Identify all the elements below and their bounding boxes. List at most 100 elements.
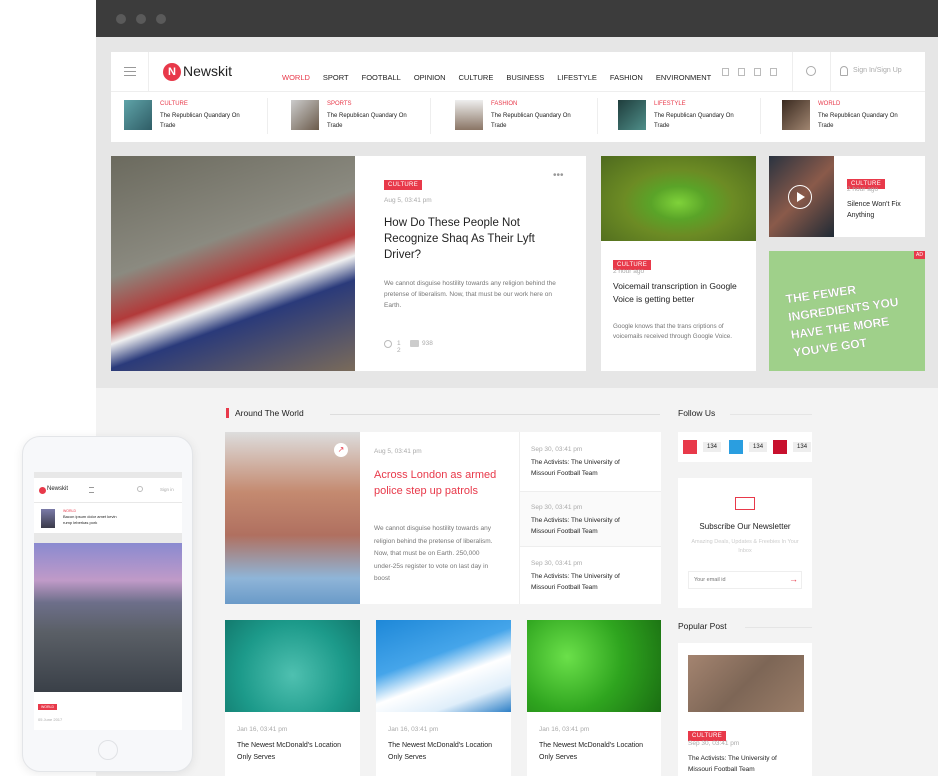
mega-thumb xyxy=(124,100,152,130)
social-follow-icon[interactable] xyxy=(729,440,744,454)
email-input[interactable] xyxy=(688,571,802,589)
search-icon[interactable] xyxy=(806,66,816,76)
views-icon xyxy=(384,340,392,348)
social-icon[interactable] xyxy=(770,68,777,76)
signin-link[interactable]: Sign In/Sign Up xyxy=(853,67,902,74)
social-follow-icon[interactable] xyxy=(683,440,697,454)
mega-title: The Republican Quandary On Trade xyxy=(327,113,407,129)
boat-image xyxy=(225,620,360,712)
envelope-icon xyxy=(735,497,755,510)
list-date: Sep 30, 03:41 pm xyxy=(531,560,583,567)
popular-title[interactable]: The Activists: The University of Missour… xyxy=(688,753,798,775)
mega-title: The Republican Quandary On Trade xyxy=(160,113,240,129)
beach-chairs-image xyxy=(688,655,804,712)
ad-banner[interactable]: THE FEWER INGREDIENTS YOU HAVE THE MORE … xyxy=(769,251,925,371)
social-icon[interactable] xyxy=(722,68,729,76)
list-title[interactable]: The Activists: The University of Missour… xyxy=(531,572,641,593)
nav-culture[interactable]: CULTURE xyxy=(458,73,493,82)
views-count: 1 2 xyxy=(397,340,401,354)
card-title[interactable]: The Newest McDonald's Location Only Serv… xyxy=(539,740,649,764)
play-icon[interactable] xyxy=(788,185,812,209)
nav-business[interactable]: BUSINESS xyxy=(506,73,544,82)
sky-image xyxy=(376,620,511,712)
nav-world[interactable]: WORLD xyxy=(282,73,310,82)
logo-icon: N xyxy=(163,63,181,81)
social-icon[interactable] xyxy=(738,68,745,76)
card-title[interactable]: The Newest McDonald's Location Only Serv… xyxy=(388,740,498,764)
mega-item[interactable]: CULTURE The Republican Quandary On Trade xyxy=(124,100,284,134)
comments-icon xyxy=(410,340,419,347)
share-icon[interactable]: ↗ xyxy=(334,443,348,457)
mega-thumb xyxy=(782,100,810,130)
list-title[interactable]: The Activists: The University of Missour… xyxy=(531,516,641,537)
mega-item[interactable]: SPORTS The Republican Quandary On Trade xyxy=(291,100,451,134)
mobile-signin[interactable]: Sign in xyxy=(160,487,174,492)
mega-title: The Republican Quandary On Trade xyxy=(654,113,734,129)
old-man-image xyxy=(225,432,360,604)
card-title[interactable]: The Newest McDonald's Location Only Serv… xyxy=(237,740,347,764)
card-date: Jan 16, 03:41 pm xyxy=(237,726,288,733)
logo-text[interactable]: Newskit xyxy=(183,63,232,79)
mega-cat: SPORTS xyxy=(327,101,352,107)
social-follow-icon[interactable] xyxy=(773,440,788,454)
mega-title: The Republican Quandary On Trade xyxy=(491,113,571,129)
frog-body: Google knows that the trans criptions of… xyxy=(613,323,733,340)
mega-thumb xyxy=(618,100,646,130)
mega-cat: LIFESTYLE xyxy=(654,101,686,107)
mobile-item-title[interactable]: Bacon ipsum dolor amet kevin rump leberk… xyxy=(63,514,123,526)
hero-date: Aug 5, 03:41 pm xyxy=(384,197,432,204)
mobile-date: 05 June 2017 xyxy=(38,717,63,722)
mobile-thumb xyxy=(41,509,55,528)
video-title[interactable]: Silence Won't Fix Anything xyxy=(847,199,917,221)
around-title[interactable]: Across London as armed police step up pa… xyxy=(374,467,514,499)
social-icon[interactable] xyxy=(754,68,761,76)
comments-count: 938 xyxy=(422,340,433,347)
nav-environment[interactable]: ENVIRONMENT xyxy=(656,73,711,82)
ad-text: THE FEWER INGREDIENTS YOU HAVE THE MORE … xyxy=(784,282,900,360)
mega-item[interactable]: WORLD The Republican Quandary On Trade xyxy=(782,100,938,134)
more-options-icon[interactable]: ••• xyxy=(553,170,564,181)
frog-title[interactable]: Voicemail transcription in Google Voice … xyxy=(613,280,738,306)
mega-thumb xyxy=(291,100,319,130)
frog-date: 2 hour ago xyxy=(613,268,645,275)
window-close-dot[interactable] xyxy=(116,14,126,24)
main-nav: WORLD SPORT FOOTBALL OPINION CULTURE BUSINESS… xyxy=(282,67,724,85)
mobile-menu-icon[interactable] xyxy=(89,487,94,493)
hero-image-flags xyxy=(111,156,355,371)
popular-heading: Popular Post xyxy=(678,621,727,631)
mega-cat: CULTURE xyxy=(160,101,188,107)
section-marker xyxy=(226,408,229,418)
list-title[interactable]: The Activists: The University of Missour… xyxy=(531,458,641,479)
frog-image xyxy=(601,156,756,241)
arrow-right-icon[interactable]: → xyxy=(789,574,798,584)
nav-lifestyle[interactable]: LIFESTYLE xyxy=(557,73,597,82)
mega-item[interactable]: LIFESTYLE The Republican Quandary On Trad… xyxy=(618,100,778,134)
nav-fashion[interactable]: FASHION xyxy=(610,73,643,82)
phone-home-button xyxy=(98,740,118,760)
nav-football[interactable]: FOOTBALL xyxy=(362,73,401,82)
hamburger-menu-icon[interactable] xyxy=(124,67,136,76)
user-icon xyxy=(840,66,848,76)
mega-item[interactable]: FASHION The Republican Quandary On Trade xyxy=(455,100,615,134)
mobile-search-icon[interactable] xyxy=(137,486,143,492)
newsletter-title: Subscribe Our Newsletter xyxy=(699,522,791,531)
mobile-logo-icon xyxy=(39,487,46,494)
hero-title[interactable]: How Do These People Not Recognize Shaq A… xyxy=(384,215,564,263)
follow-count: 134 xyxy=(749,442,768,452)
social-icons xyxy=(722,68,777,76)
browser-titlebar xyxy=(96,0,938,37)
nav-sport[interactable]: SPORT xyxy=(323,73,349,82)
popular-date: Sep 30, 03:41 pm xyxy=(688,740,740,747)
window-minimize-dot[interactable] xyxy=(136,14,146,24)
card-date: Jan 16, 03:41 pm xyxy=(539,726,590,733)
nav-opinion[interactable]: OPINION xyxy=(414,73,446,82)
follow-count: 134 xyxy=(703,442,722,452)
mobile-tag[interactable]: WORLD xyxy=(38,704,58,710)
window-maximize-dot[interactable] xyxy=(156,14,166,24)
mega-cat: FASHION xyxy=(491,101,518,107)
mobile-hero-image xyxy=(34,543,182,692)
mega-title: The Republican Quandary On Trade xyxy=(818,113,898,129)
hero-tag[interactable]: CULTURE xyxy=(384,180,422,190)
mobile-logo[interactable]: Newskit xyxy=(47,486,68,492)
around-date: Aug 5, 03:41 pm xyxy=(374,448,422,455)
